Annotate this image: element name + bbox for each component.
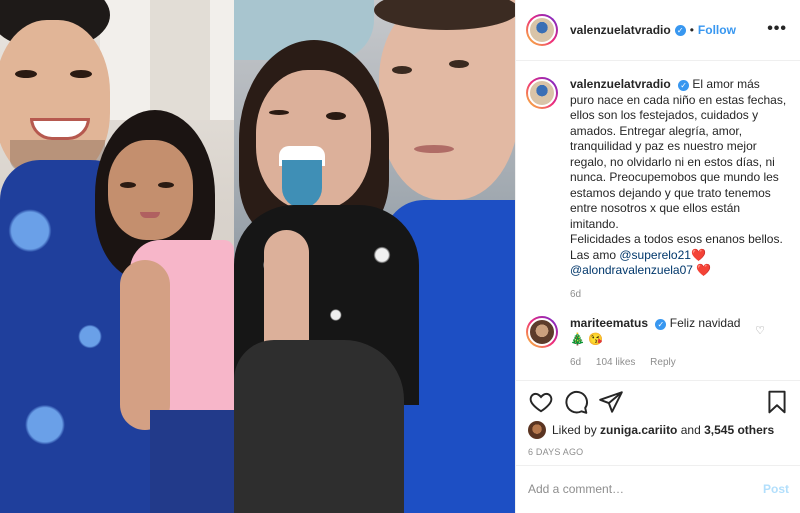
caption-text: El amor más puro nace en cada niño en es… <box>570 77 787 231</box>
girl-eye-right <box>158 182 174 188</box>
caption-avatar[interactable] <box>526 77 558 109</box>
post-actions: Liked by zuniga.cariito and 3,545 others… <box>516 380 800 511</box>
comment-bubble-icon[interactable] <box>563 389 589 415</box>
man-eye-right <box>70 70 92 78</box>
girl2-blue-tongue <box>282 160 322 208</box>
action-icons-row <box>528 389 790 415</box>
header-dot-separator: • <box>689 23 694 37</box>
liked-by-avatar[interactable] <box>528 421 546 439</box>
man2-mouth <box>414 145 454 153</box>
girl-face <box>108 140 193 240</box>
comment-age[interactable]: 6d <box>570 357 581 368</box>
caption-username[interactable]: valenzuelatvradio <box>570 77 671 91</box>
author-avatar[interactable] <box>526 14 558 46</box>
caption-text-3: Las amo <box>570 247 617 262</box>
man2-face <box>379 0 515 200</box>
girl-arm <box>120 260 170 430</box>
caption-mention-alondravalenzuela07[interactable]: @alondravalenzuela07 <box>570 263 693 277</box>
comment-like-heart-icon[interactable]: ♡ <box>755 324 765 337</box>
caption-meta: 6d <box>570 287 787 303</box>
commenter-avatar[interactable] <box>526 316 558 348</box>
like-heart-icon[interactable] <box>528 389 554 415</box>
background-door <box>150 0 210 120</box>
liked-by-prefix: Liked by <box>552 423 597 437</box>
man2-eye-left <box>392 66 412 74</box>
man-sleeve <box>150 410 234 513</box>
commenter-username[interactable]: mariteematus <box>570 316 648 330</box>
comment-emojis: 🎄 😘 <box>570 331 604 346</box>
caption: valenzuelatvradio ✓ El amor más puro nac… <box>526 77 787 302</box>
girl-mouth <box>140 212 160 218</box>
comment-reply-button[interactable]: Reply <box>650 357 676 368</box>
share-paper-plane-icon[interactable] <box>598 389 624 415</box>
girl2-eye-left <box>269 110 289 115</box>
post-photo[interactable] <box>0 0 515 513</box>
man2-eye-right <box>449 60 469 68</box>
post-date[interactable]: 6 DAYS AGO <box>528 447 583 457</box>
heart-emoji-2: ❤️ <box>696 263 712 277</box>
liked-by: Liked by zuniga.cariito and 3,545 others <box>528 421 774 439</box>
more-options-icon[interactable]: ••• <box>767 21 787 37</box>
instagram-post: valenzuelatvradio ✓ • Follow ••• valenzu… <box>0 0 800 513</box>
comment-item: mariteematus ✓ Feliz navidad 🎄 😘 6d 104 … <box>526 316 787 371</box>
liked-by-and: and <box>680 423 701 437</box>
photo-left <box>0 0 234 513</box>
commenter-verified-icon: ✓ <box>655 319 667 330</box>
caption-mention-superelo21[interactable]: @superelo21 <box>619 248 691 262</box>
comment-text: Feliz navidad <box>669 316 741 330</box>
photo-right <box>234 0 515 513</box>
man-eye-left <box>15 70 37 78</box>
caption-text-2: Felicidades a todos esos enanos bellos. <box>570 232 783 246</box>
black-bag <box>234 340 404 513</box>
post-side-panel: valenzuelatvradio ✓ • Follow ••• valenzu… <box>515 0 800 513</box>
add-comment-input[interactable] <box>528 482 763 496</box>
liked-by-others[interactable]: 3,545 others <box>704 423 774 437</box>
post-comment-button[interactable]: Post <box>763 482 789 496</box>
girl2-eye-right <box>326 112 346 120</box>
author-username[interactable]: valenzuelatvradio <box>570 23 671 37</box>
heart-emoji: ❤️ <box>690 247 706 262</box>
follow-button[interactable]: Follow <box>698 23 736 37</box>
comments-section[interactable]: valenzuelatvradio ✓ El amor más puro nac… <box>516 62 800 380</box>
comment-likes[interactable]: 104 likes <box>596 357 635 368</box>
add-comment-bar: Post <box>516 465 800 512</box>
verified-badge-icon: ✓ <box>674 24 686 36</box>
post-header: valenzuelatvradio ✓ • Follow ••• <box>516 0 800 61</box>
comment-meta: 6d 104 likes Reply <box>570 355 787 371</box>
caption-age[interactable]: 6d <box>570 289 581 300</box>
save-bookmark-icon[interactable] <box>764 389 790 415</box>
liked-by-user[interactable]: zuniga.cariito <box>600 423 677 437</box>
caption-verified-icon: ✓ <box>678 80 690 91</box>
girl-eye-left <box>120 182 136 188</box>
